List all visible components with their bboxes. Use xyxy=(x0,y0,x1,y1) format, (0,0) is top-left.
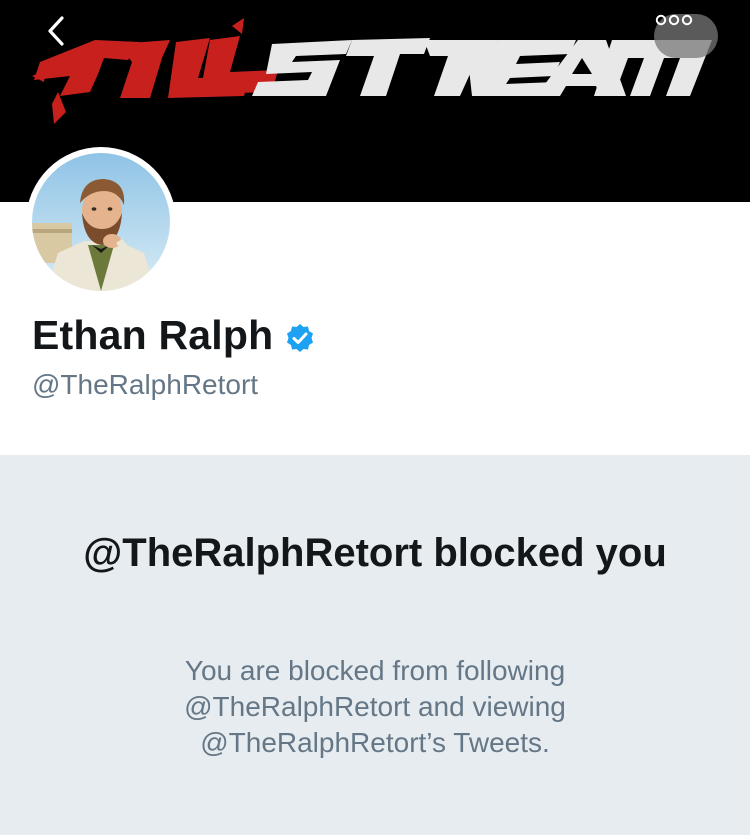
blocked-title: @TheRalphRetort blocked you xyxy=(83,531,667,575)
chevron-left-icon xyxy=(48,16,64,46)
back-button[interactable] xyxy=(44,14,88,58)
blocked-message: You are blocked from following @TheRalph… xyxy=(184,655,566,758)
name-row: Ethan Ralph xyxy=(32,312,315,359)
more-options-button[interactable] xyxy=(654,14,718,58)
more-dots-icon xyxy=(655,14,693,26)
profile-avatar[interactable] xyxy=(26,147,176,297)
avatar-portrait xyxy=(32,153,170,291)
profile-info: Ethan Ralph @TheRalphRetort xyxy=(32,312,315,401)
display-name: Ethan Ralph xyxy=(32,312,274,358)
verified-badge-icon xyxy=(287,323,314,352)
blocked-notice: @TheRalphRetort blocked you You are bloc… xyxy=(0,455,750,835)
avatar-image xyxy=(32,153,170,291)
profile-handle: @TheRalphRetort xyxy=(32,369,259,400)
